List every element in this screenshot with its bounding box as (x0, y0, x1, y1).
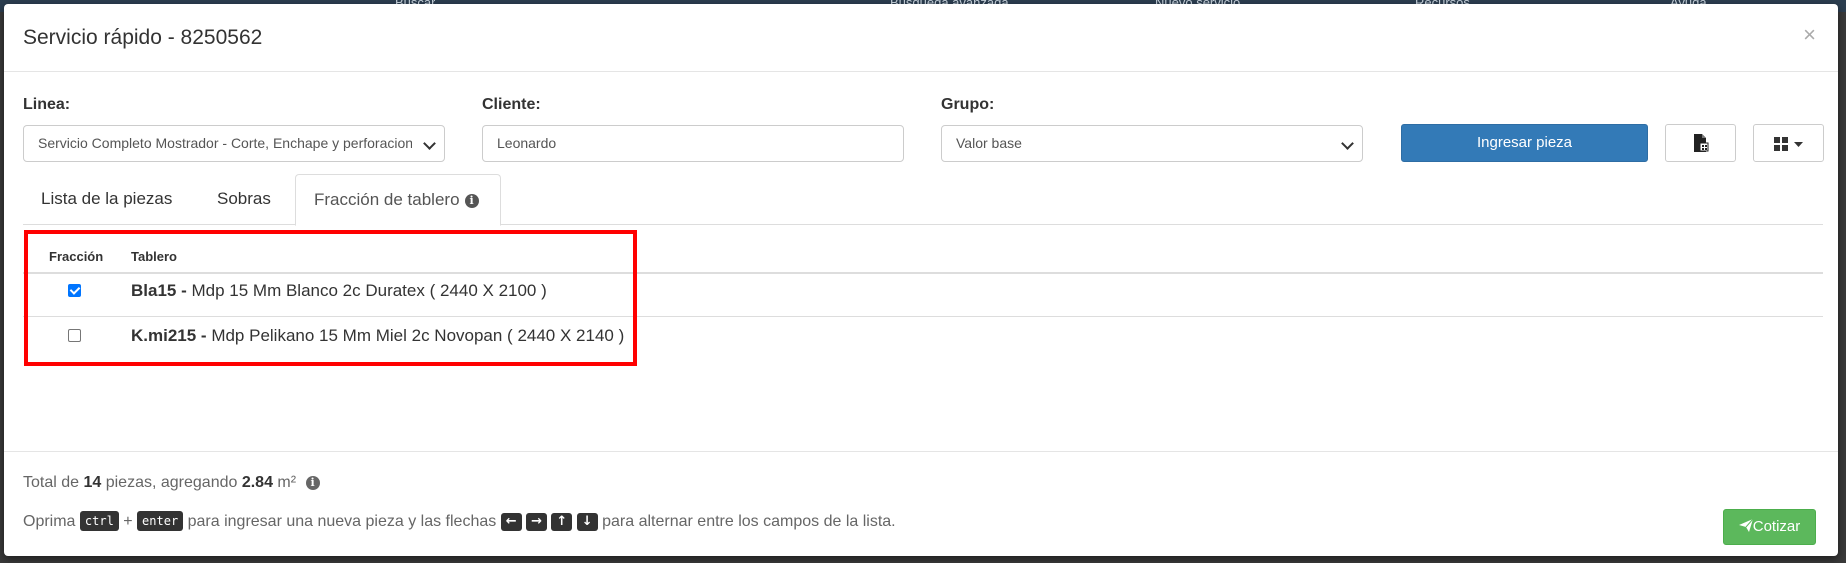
ctrl-key: ctrl (79, 511, 119, 531)
tablero-cell: Bla15 - Mdp 15 Mm Blanco 2c Duratex ( 24… (131, 281, 547, 301)
grupo-select-value: Valor base (956, 135, 1022, 151)
column-header-tablero: Tablero (131, 249, 177, 264)
grupo-label: Grupo: (941, 96, 995, 113)
fraccion-checkbox-checked[interactable] (68, 284, 81, 297)
total-unit: m² (272, 474, 297, 491)
grupo-select[interactable]: Valor base (941, 125, 1363, 162)
arrow-down-icon: ↓ (576, 513, 598, 531)
total-mid: piezas, agregando (101, 474, 242, 491)
tablero-cell: K.mi215 - Mdp Pelikano 15 Mm Miel 2c Nov… (131, 326, 624, 346)
total-prefix: Total de (23, 474, 84, 491)
cliente-input-value: Leonardo (497, 135, 557, 151)
hint-plus: + (118, 513, 138, 530)
arrow-right-icon: → (526, 513, 547, 531)
tablero-code: Bla15 (131, 281, 177, 300)
linea-select[interactable]: Servicio Completo Mostrador - Corte, Enc… (23, 125, 445, 162)
arrow-up-icon: ↑ (551, 513, 573, 531)
keyboard-hint: Oprima ctrl + enter para ingresar una nu… (23, 511, 896, 531)
info-icon[interactable]: i (464, 194, 479, 208)
cotizar-button[interactable]: Cotizar (1723, 509, 1816, 545)
cliente-input[interactable]: Leonardo (482, 125, 904, 162)
column-header-fraccion: Fracción (49, 249, 104, 264)
header-divider (23, 272, 1823, 274)
tablero-code: K.mi215 (131, 326, 197, 345)
hint-prefix: Oprima (23, 513, 80, 530)
tab-sobras[interactable]: Sobras (199, 174, 289, 225)
total-summary: Total de 14 piezas, agregando 2.84 m² i (23, 474, 320, 492)
document-button[interactable] (1665, 124, 1736, 162)
view-options-dropdown[interactable] (1753, 124, 1824, 162)
linea-select-value: Servicio Completo Mostrador - Corte, Enc… (38, 135, 412, 151)
chevron-down-icon (1341, 137, 1354, 150)
total-area: 2.84 (241, 474, 273, 491)
tab-fraccion-tablero[interactable]: Fracción de tablero i (295, 174, 501, 226)
linea-label: Linea: (23, 96, 71, 113)
hint-suffix: para alternar entre los campos de la lis… (597, 513, 896, 530)
info-icon[interactable]: i (305, 476, 320, 490)
hint-mid: para ingresar una nueva pieza y las flec… (183, 513, 501, 530)
tab-lista-piezas[interactable]: Lista de la piezas (23, 174, 190, 225)
tab-bar: Lista de la piezas Sobras Fracción de ta… (23, 174, 1823, 226)
fraccion-checkbox-unchecked[interactable] (68, 329, 81, 342)
ingresar-pieza-button[interactable]: Ingresar pieza (1401, 124, 1648, 162)
chevron-down-icon (423, 137, 436, 150)
quick-service-modal: Servicio rápido - 8250562 × Linea: Servi… (4, 4, 1838, 556)
total-count: 14 (83, 474, 102, 491)
paper-plane-icon (1738, 518, 1754, 532)
caret-down-icon (1794, 142, 1803, 147)
enter-key: enter (137, 511, 184, 531)
tablero-separator: - (196, 326, 212, 345)
tablero-separator: - (176, 281, 192, 300)
tab-label: Fracción de tablero (314, 190, 460, 209)
cliente-label: Cliente: (482, 96, 541, 113)
modal-title: Servicio rápido - 8250562 (23, 26, 263, 49)
row-divider (23, 316, 1823, 317)
tab-label: Sobras (217, 189, 271, 208)
cotizar-label: Cotizar (1752, 518, 1801, 535)
arrow-left-icon: ← (500, 513, 522, 531)
close-button[interactable]: × (1803, 22, 1816, 48)
modal-footer: Total de 14 piezas, agregando 2.84 m² i … (4, 451, 1838, 556)
document-icon (1694, 134, 1709, 152)
grid-icon (1774, 137, 1788, 151)
tablero-description: Mdp 15 Mm Blanco 2c Duratex ( 2440 X 210… (191, 281, 547, 300)
tablero-description: Mdp Pelikano 15 Mm Miel 2c Novopan ( 244… (211, 326, 625, 345)
modal-header: Servicio rápido - 8250562 × (4, 4, 1838, 72)
tab-label: Lista de la piezas (41, 189, 173, 208)
